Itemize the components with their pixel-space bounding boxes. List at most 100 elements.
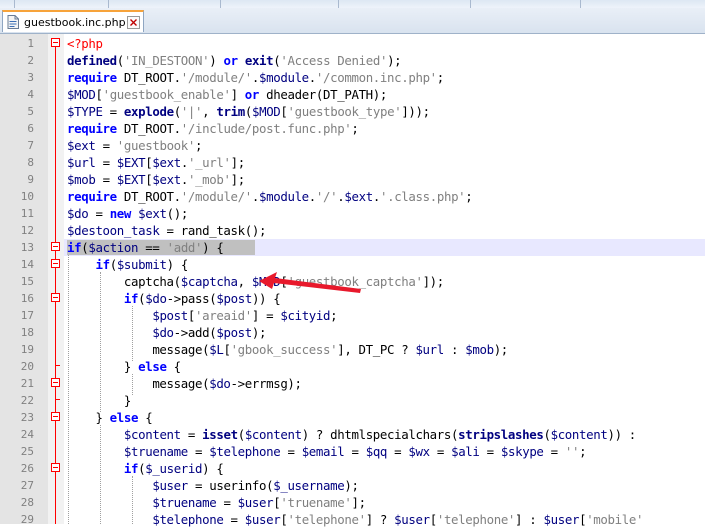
code-text: $user = userinfo($_username); [152, 478, 359, 493]
fold-toggle-icon[interactable] [51, 242, 60, 251]
code-text: $do = new $ext(); [67, 206, 188, 221]
fold-end-marker [55, 399, 60, 400]
indent-guide [132, 476, 133, 524]
code-line[interactable]: 28 $truename = $user['truename']; [0, 494, 705, 511]
code-line[interactable]: 9 $mob = $EXT[$ext.'_mob']; [0, 171, 705, 188]
toolbar-separator [14, 0, 15, 8]
line-number: 23 [20, 411, 34, 424]
line-number: 19 [20, 343, 34, 356]
line-number: 24 [20, 428, 34, 441]
line-number: 25 [20, 445, 34, 458]
code-line[interactable]: 7 $ext = 'guestbook'; [0, 137, 705, 154]
code-line[interactable]: 22 } [0, 392, 705, 409]
code-text: $truename = $user['truename']; [152, 495, 366, 510]
code-line[interactable]: 4 $MOD['guestbook_enable'] or dheader(DT_… [0, 86, 705, 103]
line-number: 3 [27, 71, 34, 84]
code-text: $post['areaid'] = $cityid; [152, 308, 338, 323]
line-number: 8 [27, 156, 34, 169]
line-number: 7 [27, 139, 34, 152]
code-text: defined('IN_DESTOON') or exit('Access De… [67, 53, 402, 68]
code-editor[interactable]: 1 <?php 2 defined('IN_DESTOON') or exit('Ac… [0, 34, 705, 527]
code-text: if($_userid) { [123, 461, 224, 476]
fold-toggle-icon[interactable] [51, 38, 60, 47]
code-text: if($action == 'add') { [67, 240, 224, 255]
line-number: 2 [27, 54, 34, 67]
code-text: require DT_ROOT.'/module/'.$module.'/'.$… [67, 189, 473, 204]
code-text: $url = $EXT[$ext.'_url']; [67, 155, 245, 170]
line-number: 17 [20, 309, 34, 322]
fold-toggle-icon[interactable] [51, 463, 60, 472]
indent-guide [132, 374, 133, 395]
code-line[interactable]: 11 $do = new $ext(); [0, 205, 705, 222]
line-number: 27 [20, 479, 34, 492]
code-text: $TYPE = explode('|', trim($MOD['guestboo… [67, 104, 430, 119]
code-line[interactable]: 20 } else { [0, 358, 705, 375]
line-number: 12 [20, 224, 34, 237]
code-text: $ext = 'guestbook'; [67, 138, 203, 153]
line-number: 26 [20, 462, 34, 475]
line-number: 15 [20, 275, 34, 288]
code-line[interactable]: 19 message($L['gbook_success'], DT_PC ? … [0, 341, 705, 358]
code-line[interactable]: 3 require DT_ROOT.'/module/'.$module.'/co… [0, 69, 705, 86]
code-line[interactable]: 10 require DT_ROOT.'/module/'.$module.'/'… [0, 188, 705, 205]
line-number: 6 [27, 122, 34, 135]
line-number: 9 [27, 173, 34, 186]
line-number: 13 [20, 241, 34, 254]
code-line[interactable]: 2 defined('IN_DESTOON') or exit('Access D… [0, 52, 705, 69]
code-line[interactable]: 26 if($_userid) { [0, 460, 705, 477]
indent-guide [100, 425, 101, 524]
code-text: $mob = $EXT[$ext.'_mob']; [67, 172, 245, 187]
fold-end-marker [55, 365, 60, 366]
code-line[interactable]: 1 <?php [0, 35, 705, 52]
code-line[interactable]: 27 $user = userinfo($_username); [0, 477, 705, 494]
tab-label: guestbook.inc.php [24, 15, 126, 29]
fold-toggle-icon[interactable] [51, 293, 60, 302]
code-line[interactable]: 8 $url = $EXT[$ext.'_url']; [0, 154, 705, 171]
code-line[interactable]: 6 require DT_ROOT.'/include/post.func.php… [0, 120, 705, 137]
code-text: message($L['gbook_success'], DT_PC ? $ur… [67, 342, 508, 357]
fold-guide-line [55, 47, 56, 524]
code-text: $content = isset($content) ? dhtmlspecia… [123, 427, 636, 442]
code-text: message($do->errmsg); [67, 376, 302, 391]
fold-toggle-icon[interactable] [51, 378, 60, 387]
tab-strip: guestbook.inc.php [0, 8, 705, 34]
code-text: $do->add($post); [152, 325, 267, 340]
code-line[interactable]: 5 $TYPE = explode('|', trim($MOD['guestbo… [0, 103, 705, 120]
tab-guestbook-inc-php[interactable]: guestbook.inc.php [2, 10, 144, 32]
line-number: 28 [20, 496, 34, 509]
code-text: if($submit) { [95, 257, 188, 272]
line-number: 16 [20, 292, 34, 305]
fold-toggle-icon[interactable] [51, 412, 60, 421]
code-line[interactable]: 12 $destoon_task = rand_task(); [0, 222, 705, 239]
code-line[interactable]: 29 $telephone = $user['telephone'] ? $us… [0, 511, 705, 528]
code-line[interactable]: 24 $content = isset($content) ? dhtmlspe… [0, 426, 705, 443]
line-number: 14 [20, 258, 34, 271]
line-number: 18 [20, 326, 34, 339]
code-text: if($do->pass($post)) { [123, 291, 281, 306]
file-icon [7, 15, 19, 29]
toolbar-separator [338, 0, 339, 8]
code-line[interactable]: 21 message($do->errmsg); [0, 375, 705, 392]
line-number: 21 [20, 377, 34, 390]
close-icon[interactable] [127, 16, 140, 29]
indent-guide [100, 272, 101, 412]
fold-toggle-icon[interactable] [51, 259, 60, 268]
code-text: <?php [67, 36, 103, 51]
line-number: 5 [27, 105, 34, 118]
code-line[interactable]: 17 $post['areaid'] = $cityid; [0, 307, 705, 324]
line-number: 1 [27, 37, 34, 50]
line-number: 22 [20, 394, 34, 407]
toolbar-separator [220, 0, 221, 8]
code-text: } else { [67, 359, 181, 374]
code-text: require DT_ROOT.'/module/'.$module.'/com… [67, 70, 444, 85]
code-text: $telephone = $user['telephone'] ? $user[… [152, 512, 644, 527]
indent-guide [132, 306, 133, 361]
code-text: } [67, 393, 131, 408]
code-line[interactable]: 18 $do->add($post); [0, 324, 705, 341]
code-line[interactable]: 13 if($action == 'add') { [0, 239, 705, 256]
code-line[interactable]: 23 } else { [0, 409, 705, 426]
code-text: require DT_ROOT.'/include/post.func.php'… [67, 121, 359, 136]
toolbar-separator [108, 0, 109, 8]
code-text: $destoon_task = rand_task(); [67, 223, 267, 238]
code-line[interactable]: 25 $truename = $telephone = $email = $qq… [0, 443, 705, 460]
